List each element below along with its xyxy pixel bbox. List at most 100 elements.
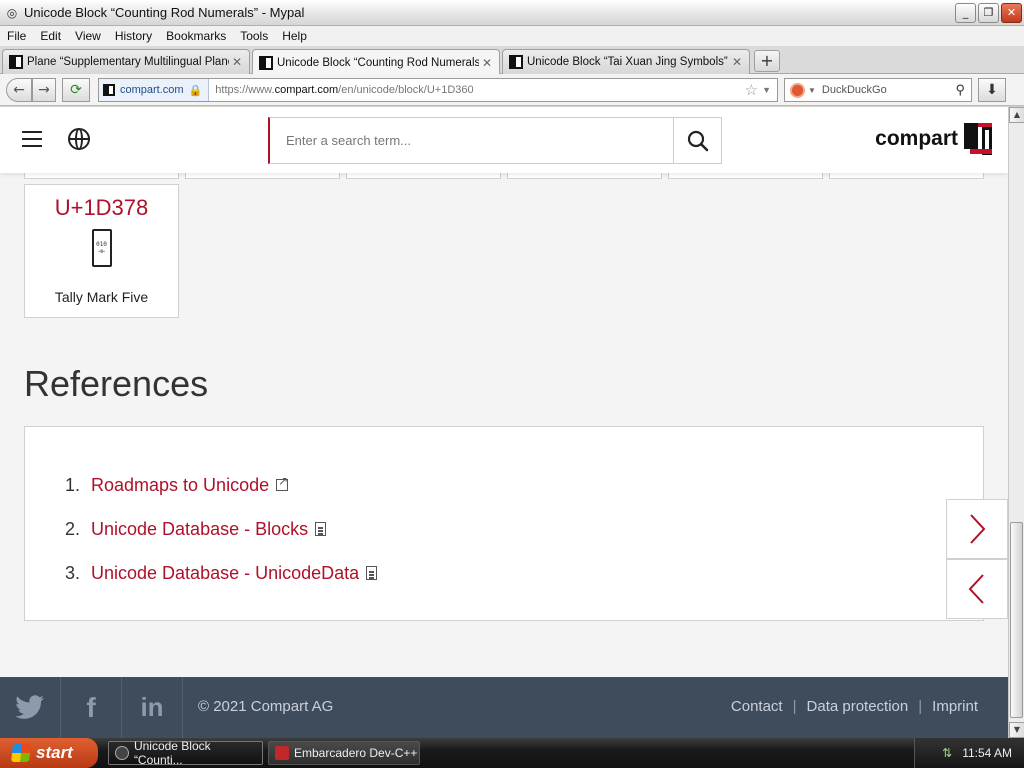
references-heading: References [24,363,209,404]
tab-label: Plane “Supplementary Multilingual Plane” [27,56,229,68]
character-code: U+1D378 [54,195,149,220]
reload-button[interactable]: ⟳ [62,78,90,102]
system-tray: ⇅ 11:54 AM [914,738,1024,768]
menu-bar: File Edit View History Bookmarks Tools H… [0,26,1024,46]
character-card[interactable]: U+1D378 010 ⊣⊢ Tally Mark Five [24,184,179,318]
tab-close-icon[interactable]: ✕ [229,55,245,69]
tab-counting-rod-numerals[interactable]: Unicode Block “Counting Rod Numerals” ✕ [252,49,500,75]
imprint-link[interactable]: Imprint [932,698,978,715]
scrollbar-thumb[interactable] [1010,522,1023,718]
references-list: 1. Roadmaps to Unicode 2. Unicode Databa… [65,463,378,595]
site-search-button[interactable] [673,118,721,163]
taskbar-item-mypal[interactable]: Unicode Block “Counti... [108,739,263,767]
facebook-link[interactable]: f [61,677,122,738]
bookmark-star-icon[interactable]: ☆ [745,81,758,99]
contact-link[interactable]: Contact [731,698,783,715]
compart-favicon [509,55,523,69]
reference-link-roadmaps[interactable]: Roadmaps to Unicode [91,475,269,496]
character-name: Tally Mark Five [54,289,149,305]
taskbar-item-label: Unicode Block “Counti... [133,739,211,767]
menu-edit[interactable]: Edit [33,29,68,43]
list-item: 3. Unicode Database - UnicodeData [65,551,378,595]
tab-strip: Plane “Supplementary Multilingual Plane”… [0,46,1024,75]
maximize-button[interactable]: ❐ [978,3,999,23]
footer-separator: | [792,698,797,715]
window-title: Unicode Block “Counting Rod Numerals” - … [24,5,305,20]
mypal-app-icon: ◎ [6,5,18,20]
footer-separator: | [918,698,923,715]
menu-file[interactable]: File [0,29,33,43]
menu-help[interactable]: Help [275,29,314,43]
compart-favicon [259,55,273,70]
search-icon [687,130,708,151]
tab-tai-xuan-jing-symbols[interactable]: Unicode Block “Tai Xuan Jing Symbols” ✕ [502,49,750,74]
previous-arrow-button[interactable] [946,559,1008,619]
external-link-icon [276,474,288,491]
url-text[interactable]: https://www.compart.com/en/unicode/block… [209,84,744,96]
start-label: start [36,743,73,762]
url-bar[interactable]: compart.com 🔒 https://www.compart.com/en… [98,78,778,102]
tab-close-icon[interactable]: ✕ [729,55,745,69]
identity-domain: compart.com [120,84,184,96]
twitter-icon [15,694,45,719]
document-icon [366,566,378,580]
menu-tools[interactable]: Tools [233,29,275,43]
list-item: 2. Unicode Database - Blocks [65,507,377,551]
page-viewport: compart U+1D378 010⊣⊢ Tally Mark Five Re… [0,107,1008,738]
compart-favicon [9,55,23,69]
windows-taskbar: start Unicode Block “Counti... Embarcade… [0,738,1024,768]
duckduckgo-icon[interactable] [790,82,805,98]
reference-link-blocks[interactable]: Unicode Database - Blocks [91,519,308,540]
reference-number: 2. [65,518,81,539]
site-search-box [268,117,722,164]
site-footer: f in © 2021 Compart AG Contact | Data pr… [0,677,1008,738]
compart-logo[interactable]: compart [875,123,992,155]
mypal-icon [115,746,129,760]
globe-language-icon[interactable] [68,128,90,150]
new-tab-button[interactable]: + [754,50,780,72]
twitter-link[interactable] [0,677,61,738]
forward-button[interactable]: → [32,78,56,102]
browser-search-bar[interactable]: ▼ DuckDuckGo ⚲ [784,78,972,102]
navigation-bar: ← → ⟳ compart.com 🔒 https://www.compart.… [0,74,1024,106]
lock-icon: 🔒 [188,84,203,97]
windows-logo-icon [11,744,31,762]
start-button[interactable]: start [0,738,98,768]
chevron-left-icon [968,574,984,604]
tab-supplementary-multilingual-plane[interactable]: Plane “Supplementary Multilingual Plane”… [2,49,250,74]
logo-text: compart [875,127,958,150]
downloads-button[interactable]: ⬇ [978,78,1006,102]
menu-bookmarks[interactable]: Bookmarks [159,29,233,43]
vertical-scrollbar[interactable]: ▲ ▼ [1008,107,1024,738]
url-dropdown-icon[interactable]: ▼ [762,85,771,95]
chevron-right-icon [970,514,986,544]
menu-history[interactable]: History [108,29,159,43]
menu-view[interactable]: View [68,29,108,43]
search-icon[interactable]: ⚲ [955,82,965,98]
tab-close-icon[interactable]: ✕ [479,56,495,70]
reference-number: 3. [65,562,81,583]
site-identity[interactable]: compart.com 🔒 [99,79,210,101]
character-glyph: 010 ⊣⊢ [91,229,112,267]
clock[interactable]: 11:54 AM [962,746,1012,760]
reference-link-unicodedata[interactable]: Unicode Database - UnicodeData [91,563,359,584]
hamburger-menu-icon[interactable] [22,131,42,147]
site-header: compart [0,107,1008,173]
site-search-input[interactable] [270,118,673,163]
network-icon[interactable]: ⇅ [942,746,952,760]
devcpp-icon [275,746,289,760]
facebook-icon: f [86,691,96,723]
compart-favicon [103,84,115,96]
minimize-button[interactable]: _ [955,3,976,23]
next-arrow-button[interactable] [946,499,1008,559]
back-button[interactable]: ← [6,78,32,102]
taskbar-item-devcpp[interactable]: Embarcadero Dev-C++ [268,741,420,765]
reference-number: 1. [65,474,81,495]
scroll-down-button[interactable]: ▼ [1009,722,1024,738]
scroll-up-button[interactable]: ▲ [1009,107,1024,123]
references-box: 1. Roadmaps to Unicode 2. Unicode Databa… [24,426,984,621]
data-protection-link[interactable]: Data protection [807,698,909,715]
search-engine-dropdown-icon[interactable]: ▼ [808,86,816,95]
close-window-button[interactable]: ✕ [1001,3,1022,23]
linkedin-link[interactable]: in [122,677,183,738]
